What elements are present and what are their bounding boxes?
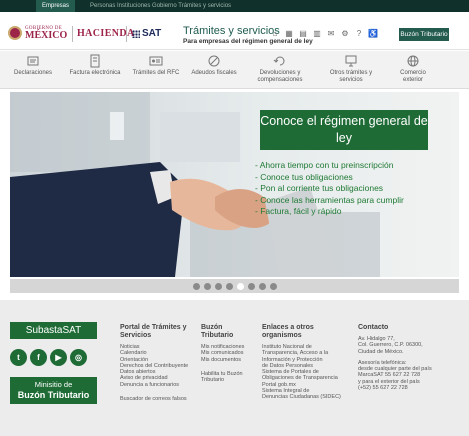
site-footer: SubastaSAT t f ▶ ◎ Minisitio de Buzón Tr… <box>0 300 469 436</box>
hero-bullet: - Conoce las herramientas para cumplir <box>255 194 404 205</box>
gob-line2: MÉXICO <box>25 29 68 41</box>
accessibility-icon[interactable]: ♿ <box>368 29 378 39</box>
page-subtitle: Para empresas del régimen general de ley <box>183 38 313 45</box>
top-bar: Empresas Personas Instituciones Gobierno… <box>0 0 469 12</box>
nav-tramites-rfc[interactable]: Trámites del RFC <box>132 51 180 89</box>
nav-devoluciones[interactable]: Devoluciones y compensaciones <box>248 51 312 89</box>
instagram-icon[interactable]: ◎ <box>70 349 87 366</box>
header-icons: ⌂ ▦ ▤ ▥ ✉ ⚙ ? ♿ <box>270 29 378 39</box>
grid-icon[interactable]: ▥ <box>312 29 322 39</box>
gobierno-mexico-logo[interactable]: GOBIERNO DE MÉXICO <box>8 24 67 42</box>
footer-link[interactable]: Denuncia a funcionarios <box>120 382 190 388</box>
comercio-exterior-icon <box>406 54 420 68</box>
hero-headline: Conoce el régimen general de ley <box>260 110 428 150</box>
social-links: t f ▶ ◎ <box>10 349 87 366</box>
rfc-icon <box>149 54 163 68</box>
hero-bullet: - Factura, fácil y rápido <box>255 206 342 216</box>
buzon-tributario-button[interactable]: Buzón Tributario <box>399 28 449 41</box>
hero-bullet: - Ahorra tiempo con tu preinscripción <box>255 160 394 170</box>
contact-phone: (+52) 55 627 22 728 <box>358 385 408 392</box>
footer-col-title: Buzón Tributario <box>201 324 234 339</box>
hero-bullet: - Conoce tus obligaciones <box>255 171 353 182</box>
carousel-dot[interactable] <box>258 282 266 290</box>
otros-tramites-icon <box>344 54 358 68</box>
nav-label: Trámites del RFC <box>132 70 180 76</box>
carousel-dots <box>10 279 459 293</box>
adeudos-icon <box>207 54 221 68</box>
document-icon[interactable]: ▤ <box>298 29 308 39</box>
nav-declaraciones[interactable]: Declaraciones <box>8 51 58 89</box>
page-title: Trámites y servicios <box>183 25 280 37</box>
minisitio-line2: Buzón Tributario <box>17 390 90 400</box>
footer-col-enlaces: Enlaces a otros organismos Instituto Nac… <box>262 324 350 401</box>
footer-link[interactable]: Mis documentos <box>201 357 253 363</box>
carousel-dot[interactable] <box>192 282 200 290</box>
hero-bullet: - Pon al corriente tus obligaciones <box>255 183 384 193</box>
footer-col-portal: Portal de Trámites y Servicios Noticias … <box>120 324 190 402</box>
calendar-icon[interactable]: ▦ <box>284 29 294 39</box>
minisitio-buzon-button[interactable]: Minisitio de Buzón Tributario <box>10 377 97 404</box>
footer-col-buzon: Buzón Tributario Mis notificaciones Mis … <box>201 324 253 383</box>
factura-icon <box>88 54 102 68</box>
nav-comercio-exterior[interactable]: Comercio exterior <box>390 51 436 89</box>
carousel-dot-active[interactable] <box>236 282 244 290</box>
settings-icon[interactable]: ⚙ <box>340 29 350 39</box>
devoluciones-icon <box>273 54 287 68</box>
nav-label: Devoluciones y compensaciones <box>257 70 303 83</box>
footer-link[interactable]: Buscador de correos falsos <box>120 396 190 402</box>
twitter-icon[interactable]: t <box>10 349 27 366</box>
sat-logo[interactable]: SAT <box>126 26 161 42</box>
top-nav-links[interactable]: Personas Instituciones Gobierno Trámites… <box>90 0 231 12</box>
footer-col-contacto: Contacto Av. Hidalgo 77, Col. Guerrero, … <box>358 324 462 391</box>
carousel-dot[interactable] <box>247 282 255 290</box>
nav-label: Otros trámites y servicios <box>329 70 373 83</box>
carousel-dot[interactable] <box>214 282 222 290</box>
footer-col-title: Portal de Trámites y Servicios <box>120 324 187 339</box>
hero-bullet-list: - Ahorra tiempo con tu preinscripción - … <box>255 160 455 218</box>
footer-link[interactable]: Tributario <box>201 377 253 383</box>
hero-banner[interactable]: Conoce el régimen general de ley - Ahorr… <box>10 92 459 277</box>
site-header: GOBIERNO DE MÉXICO HACIENDA SAT Trámites… <box>0 12 469 50</box>
seal-icon <box>8 26 22 40</box>
carousel-dot[interactable] <box>225 282 233 290</box>
nav-label: Factura electrónica <box>69 70 121 76</box>
nav-label: Declaraciones <box>13 70 53 76</box>
services-nav: Declaraciones Factura electrónica Trámit… <box>0 51 469 89</box>
carousel-dot[interactable] <box>203 282 211 290</box>
mail-icon[interactable]: ✉ <box>326 29 336 39</box>
minisitio-line1: Minisitio de <box>34 380 73 389</box>
sat-mark-icon <box>132 30 140 38</box>
youtube-icon[interactable]: ▶ <box>50 349 67 366</box>
facebook-icon[interactable]: f <box>30 349 47 366</box>
home-icon[interactable]: ⌂ <box>270 29 280 39</box>
nav-adeudos-fiscales[interactable]: Adeudos fiscales <box>190 51 238 89</box>
footer-col-title: Enlaces a otros organismos <box>262 324 314 339</box>
footer-link[interactable]: Denuncias Ciudadanas (SIDEC) <box>262 394 350 400</box>
tab-empresas[interactable]: Empresas <box>36 0 76 12</box>
help-icon[interactable]: ? <box>354 29 364 39</box>
subastasat-button[interactable]: SubastaSAT <box>10 322 97 339</box>
contact-address: Ciudad de México. <box>358 348 404 355</box>
declaraciones-icon <box>26 54 40 68</box>
nav-label: Adeudos fiscales <box>191 70 237 76</box>
footer-col-title: Contacto <box>358 324 389 331</box>
sat-logo-text: SAT <box>142 28 162 39</box>
gobierno-logo-text: GOBIERNO DE MÉXICO <box>25 26 67 41</box>
footer-link[interactable]: Obligaciones de Transparencia <box>262 375 350 381</box>
nav-label: Comercio exterior <box>400 70 426 83</box>
nav-otros-tramites[interactable]: Otros trámites y servicios <box>322 51 380 89</box>
nav-factura-electronica[interactable]: Factura electrónica <box>68 51 122 89</box>
carousel-dot[interactable] <box>269 282 277 290</box>
